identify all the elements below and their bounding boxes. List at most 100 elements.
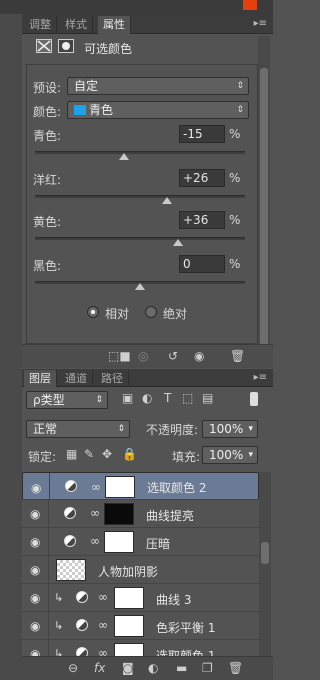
layer-row[interactable]: ◉ ↳ ∞ 色彩平衡 1 [22, 612, 259, 640]
reset-icon[interactable]: ↺ [168, 349, 178, 363]
slider-label: 洋红: [33, 173, 62, 187]
chain-link-icon[interactable]: ∞ [90, 534, 100, 548]
slider-value-input[interactable]: 0 [179, 255, 225, 273]
visibility-eye-icon[interactable]: ◉ [30, 591, 40, 605]
lock-brush-icon[interactable]: ✎ [84, 447, 94, 461]
visibility-eye-icon[interactable]: ◉ [30, 507, 40, 521]
layer-row[interactable]: ◉ ↳ ∞ 曲线 3 [22, 584, 259, 612]
panel-menu-icon[interactable]: ▸≡ [254, 18, 267, 29]
fill-input[interactable]: 100% ▾ [202, 446, 258, 464]
opacity-input[interactable]: 100% ▾ [202, 420, 258, 438]
slider-track[interactable] [35, 195, 245, 198]
clip-arrow-icon: ↳ [54, 619, 64, 632]
tab-channels[interactable]: 通道 [60, 370, 93, 387]
scroll-thumb[interactable] [261, 542, 269, 564]
color-swatch [74, 105, 86, 115]
preset-select[interactable]: 自定 ⇕ [67, 77, 249, 95]
properties-scrollbar[interactable] [258, 36, 270, 356]
percent-label: % [229, 213, 241, 227]
filter-shape-icon[interactable]: ⬚ [182, 391, 193, 405]
panel-menu-icon[interactable]: ▸≡ [254, 372, 267, 383]
slider-value-input[interactable]: +36 [179, 211, 225, 229]
layer-row[interactable]: ◉ ∞ 选取颜色 2 [22, 472, 259, 501]
lock-move-icon[interactable]: ✥ [102, 447, 112, 461]
visibility-eye-icon[interactable]: ◉ [30, 619, 40, 633]
filter-pixel-icon[interactable]: ▣ [122, 391, 133, 405]
selective-color-props: 预设: 自定 ⇕ 颜色: 青色 ⇕ 青色: -15% 洋红: +26% 黄色: +36% 黑色:… [26, 64, 258, 344]
layer-mask-thumbnail[interactable] [105, 476, 135, 498]
chevron-down-icon: ▾ [248, 450, 253, 460]
layer-mask-thumbnail[interactable] [114, 615, 144, 637]
filter-smart-object-icon[interactable]: ▤ [202, 391, 213, 405]
slider-thumb[interactable] [119, 153, 130, 160]
new-group-icon[interactable]: ▬ [176, 661, 187, 675]
filter-toggle[interactable] [250, 392, 258, 406]
slider-track[interactable] [35, 237, 245, 240]
tab-layers[interactable]: 图层 [24, 370, 57, 387]
chain-link-icon[interactable]: ∞ [98, 618, 108, 632]
radio-absolute[interactable] [145, 306, 157, 318]
filter-adjustment-icon[interactable]: ◐ [142, 391, 152, 405]
layers-tabbar: 图层 通道 路径 ▸≡ [22, 369, 273, 387]
link-layers-icon[interactable]: ⊖ [68, 661, 78, 675]
slider-value-input[interactable]: +26 [179, 169, 225, 187]
chain-link-icon[interactable]: ∞ [90, 506, 100, 520]
slider-thumb[interactable] [172, 239, 183, 246]
slider-label: 黄色: [33, 215, 62, 229]
visibility-eye-icon[interactable]: ◉ [30, 535, 40, 549]
fx-icon[interactable]: fx [94, 661, 105, 675]
filter-type-value: ρ类型 [33, 393, 65, 407]
chain-link-icon[interactable]: ∞ [98, 590, 108, 604]
color-value: 青色 [89, 103, 114, 117]
radio-relative[interactable] [87, 306, 99, 318]
layer-name: 选取颜色 2 [147, 481, 207, 495]
trash-icon[interactable]: 🗑 [230, 349, 245, 363]
mask-icon[interactable] [58, 39, 74, 53]
add-mask-icon[interactable]: ◙ [122, 661, 134, 675]
clip-to-layer-icon[interactable]: ⬚■ [108, 349, 131, 363]
adjustment-layer-icon [64, 507, 76, 519]
layer-name: 色彩平衡 1 [156, 621, 216, 635]
blend-mode-select[interactable]: 正常 ⇕ [26, 420, 130, 438]
slider-thumb[interactable] [135, 283, 145, 290]
panel-title: 可选颜色 [84, 42, 133, 56]
divider [49, 473, 50, 501]
visibility-eye-icon[interactable]: ◉ [30, 563, 40, 577]
slider-value-input[interactable]: -15 [179, 125, 225, 143]
adjustment-layer-icon[interactable] [36, 39, 52, 53]
visibility-eye-icon[interactable]: ◉ [194, 349, 204, 363]
visibility-eye-icon[interactable]: ◉ [31, 480, 41, 496]
layer-row[interactable]: ◉ 人物加阴影 [22, 556, 259, 584]
layer-row[interactable]: ◉ ∞ 压暗 [22, 528, 259, 556]
filter-type-select[interactable]: ρ类型 ⇕ [26, 391, 108, 409]
slider-thumb[interactable] [162, 197, 173, 204]
new-layer-icon[interactable]: ❐ [202, 661, 213, 675]
layer-name: 人物加阴影 [98, 565, 159, 579]
slider-label: 黑色: [33, 259, 62, 273]
tab-styles[interactable]: 样式 [60, 16, 93, 34]
layer-mask-thumbnail[interactable] [104, 531, 134, 553]
layer-mask-thumbnail[interactable] [114, 587, 144, 609]
chain-link-icon[interactable]: ∞ [91, 479, 101, 495]
filter-type-icon[interactable]: T [164, 391, 171, 405]
divider [48, 528, 49, 556]
slider-track[interactable] [35, 151, 245, 154]
color-select[interactable]: 青色 ⇕ [67, 101, 249, 119]
scroll-thumb[interactable] [260, 68, 268, 356]
lock-all-icon[interactable]: 🔒 [122, 447, 137, 461]
new-adjustment-icon[interactable]: ◐ [148, 661, 158, 675]
color-label: 颜色: [33, 105, 62, 119]
view-previous-icon[interactable]: ◎ [138, 349, 148, 363]
lock-transparent-icon[interactable]: ▦ [66, 447, 77, 461]
layer-name: 曲线 3 [156, 593, 192, 607]
tab-adjustments[interactable]: 调整 [24, 16, 57, 34]
fill-value: 100% [209, 448, 244, 462]
layer-row[interactable]: ◉ ∞ 曲线提亮 [22, 500, 259, 528]
delete-layer-icon[interactable]: 🗑 [228, 661, 243, 675]
lock-label: 锁定: [28, 450, 57, 464]
tab-paths[interactable]: 路径 [96, 370, 129, 387]
layer-mask-thumbnail[interactable] [104, 503, 134, 525]
layers-scrollbar[interactable] [259, 472, 271, 664]
layer-thumbnail[interactable] [56, 559, 86, 581]
tab-properties[interactable]: 属性 [98, 16, 131, 34]
